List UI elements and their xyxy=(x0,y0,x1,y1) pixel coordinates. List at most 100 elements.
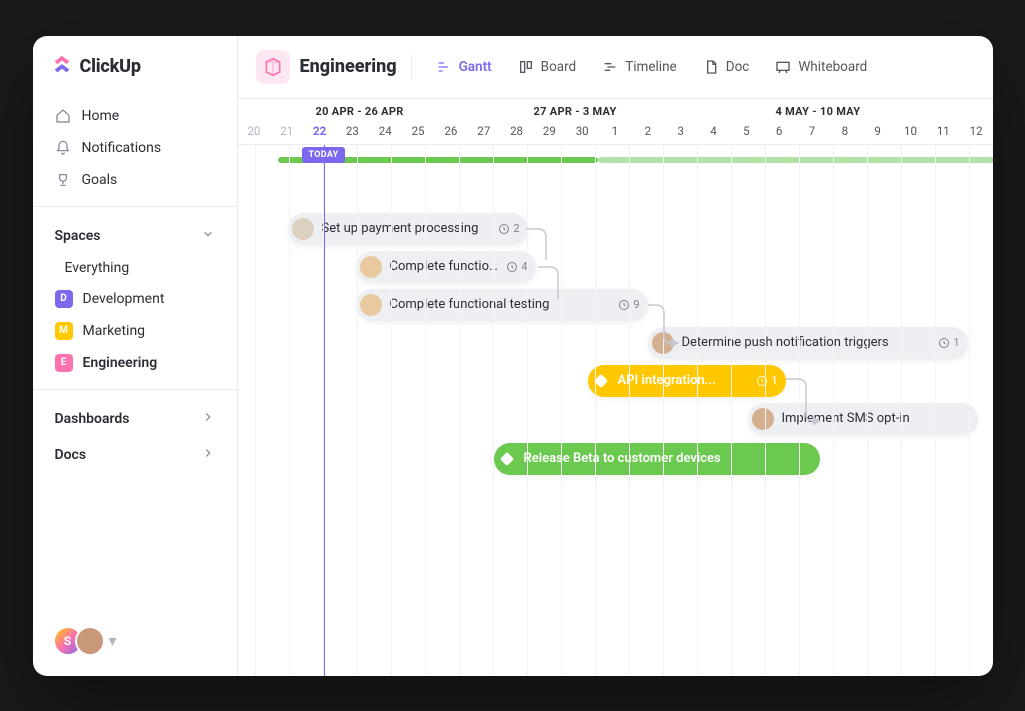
week-label: 4 MAY - 10 MAY xyxy=(714,105,952,118)
week-label: 27 APR - 3 MAY xyxy=(476,105,714,118)
trophy-icon xyxy=(55,172,71,188)
gantt-icon xyxy=(436,59,452,75)
view-board[interactable]: Board xyxy=(508,53,587,81)
nav-home-label: Home xyxy=(82,108,120,124)
day-cell[interactable]: 29 xyxy=(533,124,566,144)
day-cell[interactable]: 4 xyxy=(697,124,730,144)
nav-home[interactable]: Home xyxy=(49,100,221,132)
day-cell[interactable]: 2 xyxy=(631,124,664,144)
divider xyxy=(33,389,237,390)
diamond-icon xyxy=(593,373,607,387)
view-label: Timeline xyxy=(625,59,677,75)
task-bar-milestone[interactable]: Release Beta to customer devices xyxy=(494,443,820,475)
avatar xyxy=(292,218,314,240)
spaces-header[interactable]: Spaces xyxy=(49,217,221,253)
space-title[interactable]: Engineering xyxy=(256,50,397,84)
clickup-logo-icon xyxy=(51,54,73,80)
task-label: Release Beta to customer devices xyxy=(524,451,721,466)
space-engineering[interactable]: E Engineering xyxy=(49,347,221,379)
day-cell[interactable]: 7 xyxy=(796,124,829,144)
nav-goals[interactable]: Goals xyxy=(49,164,221,196)
day-cell[interactable]: 1 xyxy=(599,124,632,144)
view-timeline[interactable]: Timeline xyxy=(592,53,687,81)
task-label: Implement SMS opt-in xyxy=(782,411,910,426)
task-label: Determine push notification triggers xyxy=(682,335,889,350)
days-row: 2021222324252627282930123456789101112 xyxy=(238,124,993,144)
task-label: API integration... xyxy=(618,373,716,388)
whiteboard-icon xyxy=(775,59,791,75)
space-badge: D xyxy=(55,290,73,308)
task-bar[interactable]: Complete functional testing 9 xyxy=(356,289,648,321)
subtask-count: 1 xyxy=(756,374,777,387)
cube-icon xyxy=(256,50,290,84)
space-development[interactable]: D Development xyxy=(49,283,221,315)
view-gantt[interactable]: Gantt xyxy=(426,53,502,81)
sidebar: ClickUp Home Notifications Goals Spaces … xyxy=(33,36,238,676)
day-cell[interactable]: 30 xyxy=(566,124,599,144)
view-whiteboard[interactable]: Whiteboard xyxy=(765,53,877,81)
day-cell[interactable]: 8 xyxy=(828,124,861,144)
dashboards-header[interactable]: Dashboards xyxy=(49,400,221,436)
day-cell[interactable]: 22 xyxy=(303,124,336,144)
board-icon xyxy=(518,59,534,75)
nav-goals-label: Goals xyxy=(82,172,118,188)
brand-name: ClickUp xyxy=(80,56,141,77)
avatar xyxy=(360,294,382,316)
day-cell[interactable]: 24 xyxy=(369,124,402,144)
subtask-count: 4 xyxy=(506,260,527,273)
diamond-icon xyxy=(499,451,513,465)
divider xyxy=(33,206,237,207)
docs-header[interactable]: Docs xyxy=(49,436,221,472)
chevron-right-icon xyxy=(201,410,215,428)
space-badge: E xyxy=(55,354,73,372)
nav-notifications[interactable]: Notifications xyxy=(49,132,221,164)
today-tag: TODAY xyxy=(302,147,346,163)
avatar xyxy=(75,626,105,656)
day-cell[interactable]: 21 xyxy=(270,124,303,144)
avatar xyxy=(752,408,774,430)
progress-faded xyxy=(598,157,993,163)
space-label: Development xyxy=(83,291,165,307)
timeline-icon xyxy=(602,59,618,75)
view-label: Gantt xyxy=(459,59,492,75)
day-cell[interactable]: 28 xyxy=(500,124,533,144)
day-cell[interactable]: 26 xyxy=(434,124,467,144)
user-avatars[interactable]: S ▾ xyxy=(49,622,221,660)
everything-item[interactable]: Everything xyxy=(49,253,221,283)
chevron-down-icon: ▾ xyxy=(109,631,117,650)
avatar xyxy=(360,256,382,278)
task-bar[interactable]: Complete functio... 4 xyxy=(356,251,536,283)
day-cell[interactable]: 25 xyxy=(402,124,435,144)
space-title-text: Engineering xyxy=(300,56,397,77)
dashboards-label: Dashboards xyxy=(55,411,130,427)
day-cell[interactable]: 10 xyxy=(894,124,927,144)
day-cell[interactable]: 20 xyxy=(238,124,271,144)
gantt-area[interactable]: TODAY Set up payment processing 2 Comple… xyxy=(238,145,993,676)
day-cell[interactable]: 5 xyxy=(730,124,763,144)
day-cell[interactable]: 3 xyxy=(664,124,697,144)
subtask-count: 2 xyxy=(498,222,519,235)
day-cell[interactable]: 11 xyxy=(927,124,960,144)
week-label: 20 APR - 26 APR xyxy=(238,105,476,118)
nav-notifications-label: Notifications xyxy=(82,140,162,156)
task-bar[interactable]: Determine push notification triggers 1 xyxy=(648,327,968,359)
day-cell[interactable]: 12 xyxy=(960,124,993,144)
subtask-count: 1 xyxy=(938,336,959,349)
day-cell[interactable]: 27 xyxy=(467,124,500,144)
view-doc[interactable]: Doc xyxy=(693,53,760,81)
spaces-label: Spaces xyxy=(55,228,101,244)
bell-icon xyxy=(55,140,71,156)
home-icon xyxy=(55,108,71,124)
day-cell[interactable]: 9 xyxy=(861,124,894,144)
view-label: Whiteboard xyxy=(798,59,867,75)
task-label: Complete functio... xyxy=(390,259,499,274)
calendar-strip: 20 APR - 26 APR 27 APR - 3 MAY 4 MAY - 1… xyxy=(238,99,993,145)
space-marketing[interactable]: M Marketing xyxy=(49,315,221,347)
brand-logo[interactable]: ClickUp xyxy=(49,54,221,80)
task-bar[interactable]: Implement SMS opt-in xyxy=(748,403,978,435)
task-bar-milestone[interactable]: API integration... 1 xyxy=(588,365,786,397)
day-cell[interactable]: 6 xyxy=(763,124,796,144)
docs-label: Docs xyxy=(55,447,87,463)
day-cell[interactable]: 23 xyxy=(336,124,369,144)
chevron-down-icon xyxy=(201,227,215,245)
